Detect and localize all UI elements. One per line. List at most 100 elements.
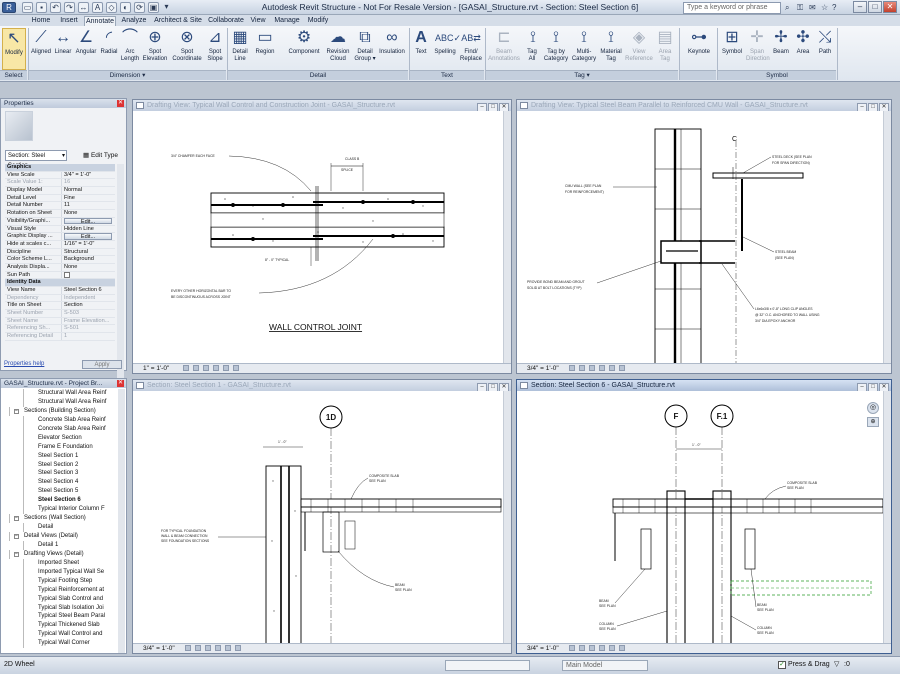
property-row[interactable]: Sun Path bbox=[5, 271, 115, 280]
filter-icon[interactable]: ▽ bbox=[834, 660, 839, 668]
beam-symbol-button[interactable]: ✢ Beam bbox=[770, 28, 792, 70]
minimize-view-button[interactable]: – bbox=[857, 383, 867, 391]
properties-help-link[interactable]: Properties help bbox=[4, 361, 44, 367]
search-icon[interactable]: ⌕ bbox=[785, 3, 789, 13]
property-value[interactable]: 11 bbox=[61, 202, 115, 210]
detail-level-icon[interactable] bbox=[184, 645, 191, 652]
press-drag-checkbox[interactable]: ✓ bbox=[778, 661, 786, 669]
view-scale[interactable]: 1" = 1'-0" bbox=[143, 365, 169, 372]
insulation-button[interactable]: ∞ Insulation bbox=[377, 28, 407, 70]
property-row[interactable]: Visual Style Hidden Line bbox=[5, 225, 115, 234]
close-view-button[interactable]: ✕ bbox=[499, 383, 509, 391]
collapse-icon[interactable]: − bbox=[14, 551, 19, 557]
browser-item[interactable]: Detail 1 bbox=[1, 540, 120, 550]
help-icon[interactable]: ? bbox=[832, 3, 836, 12]
browser-item[interactable]: Detail bbox=[1, 523, 120, 532]
linear-dimension-button[interactable]: ↔ Linear bbox=[53, 28, 73, 70]
spot-slope-button[interactable]: ⊿ Spot Slope bbox=[205, 28, 225, 70]
property-row[interactable]: Dependency Independent bbox=[5, 294, 115, 303]
browser-item[interactable]: Steel Section 1 bbox=[1, 451, 120, 461]
browser-item[interactable]: Steel Section 3 bbox=[1, 469, 120, 479]
property-row[interactable]: Scale Value 1: 16 bbox=[5, 179, 115, 188]
tab-annotate[interactable]: Annotate bbox=[84, 16, 116, 26]
detail-line-button[interactable]: ▦ Detail Line bbox=[229, 28, 251, 70]
subscription-icon[interactable]: ⚿ bbox=[797, 3, 803, 13]
crop-view-icon[interactable] bbox=[608, 645, 615, 652]
browser-item[interactable]: Typical Slab Control and bbox=[1, 594, 120, 604]
tab-architect-site[interactable]: Architect & Site bbox=[153, 16, 203, 26]
temporary-hide-icon[interactable] bbox=[234, 645, 241, 652]
design-option-field[interactable]: Main Model bbox=[562, 660, 648, 671]
properties-scrollbar[interactable] bbox=[117, 164, 124, 390]
browser-item[interactable]: Typical Interior Column F bbox=[1, 505, 120, 515]
browser-item[interactable]: Steel Section 4 bbox=[1, 478, 120, 488]
maximize-view-button[interactable]: □ bbox=[488, 383, 498, 391]
view-window-steel-section-6[interactable]: Section: Steel Section 6 - GASAI_Structu… bbox=[516, 379, 892, 654]
property-row[interactable]: Analysis Displa... None bbox=[5, 263, 115, 272]
browser-item[interactable]: Elevator Section bbox=[1, 433, 120, 443]
aligned-dimension-button[interactable]: ⟋ Aligned bbox=[30, 28, 52, 70]
property-row[interactable]: View Scale 3/4" = 1'-0" bbox=[5, 171, 115, 180]
browser-group[interactable]: − Detail Views (Detail) bbox=[1, 532, 120, 541]
browser-item[interactable]: Frame E Foundation bbox=[1, 442, 120, 452]
browser-item[interactable]: Typical Steel Beam Paral bbox=[1, 612, 120, 622]
view-reference-button[interactable]: ◈ View Reference bbox=[625, 28, 653, 70]
property-value[interactable] bbox=[61, 271, 115, 279]
arc-length-button[interactable]: ⌒ Arc Length bbox=[120, 28, 140, 70]
collapse-icon[interactable]: − bbox=[14, 408, 19, 414]
view-scale[interactable]: 3/4" = 1'-0" bbox=[143, 645, 175, 652]
detail-level-icon[interactable] bbox=[568, 365, 575, 372]
property-row[interactable]: Rotation on Sheet None bbox=[5, 210, 115, 218]
region-button[interactable]: ▭ Region bbox=[253, 28, 277, 70]
material-tag-button[interactable]: ⟟ Material Tag bbox=[598, 28, 624, 70]
property-row[interactable]: Hide at scales c... 1/16" = 1'-0" bbox=[5, 240, 115, 249]
view-scrollbar[interactable] bbox=[503, 391, 511, 644]
temporary-hide-icon[interactable] bbox=[618, 645, 625, 652]
browser-item[interactable]: Typical Thickened Slab bbox=[1, 621, 120, 631]
property-value[interactable]: Edit... bbox=[61, 217, 115, 225]
tab-analyze[interactable]: Analyze bbox=[120, 16, 148, 26]
close-icon[interactable]: ✕ bbox=[117, 380, 124, 387]
property-value[interactable]: 1/16" = 1'-0" bbox=[61, 240, 115, 248]
temporary-hide-icon[interactable] bbox=[618, 365, 625, 372]
edit-button[interactable]: Edit... bbox=[64, 217, 112, 225]
property-value[interactable]: S-503 bbox=[61, 310, 115, 317]
property-value[interactable]: Background bbox=[61, 256, 115, 263]
edit-type-button[interactable]: ▦ Edit Type bbox=[83, 151, 118, 159]
visual-style-icon[interactable] bbox=[578, 645, 585, 652]
view-scrollbar[interactable] bbox=[883, 391, 891, 644]
angular-dimension-button[interactable]: ∠ Angular bbox=[74, 28, 98, 70]
property-value[interactable]: Edit... bbox=[61, 233, 115, 240]
property-row[interactable]: Title on Sheet Section bbox=[5, 302, 115, 311]
browser-group[interactable]: − Sections (Wall Section) bbox=[1, 514, 120, 524]
revision-cloud-button[interactable]: ☁ Revision Cloud bbox=[323, 28, 353, 70]
property-value[interactable]: 3/4" = 1'-0" bbox=[61, 171, 115, 179]
span-direction-button[interactable]: ✛ Span Direction bbox=[746, 28, 770, 70]
crop-view-icon[interactable] bbox=[223, 365, 230, 372]
steering-wheel-icon[interactable]: ◎ bbox=[867, 402, 879, 414]
tab-modify[interactable]: Modify bbox=[305, 16, 331, 26]
browser-group[interactable]: − Drafting Views (Detail) bbox=[1, 549, 120, 559]
find-replace-button[interactable]: AB⇄ Find/ Replace bbox=[459, 28, 483, 70]
path-symbol-button[interactable]: ⤯ Path bbox=[815, 28, 835, 70]
crop-view-icon[interactable] bbox=[224, 645, 231, 652]
view-scrollbar[interactable] bbox=[503, 111, 511, 364]
minimize-view-button[interactable]: – bbox=[857, 103, 867, 111]
browser-item[interactable]: Imported Sheet bbox=[1, 558, 120, 568]
symbol-button[interactable]: ⊞ Symbol bbox=[719, 28, 745, 70]
detail-level-icon[interactable] bbox=[183, 365, 190, 372]
property-value[interactable]: Section bbox=[61, 302, 115, 310]
collapse-icon[interactable]: − bbox=[14, 516, 19, 522]
browser-item[interactable]: Typical Reinforcement at bbox=[1, 585, 120, 595]
multi-category-button[interactable]: ⟟ Multi- Category bbox=[571, 28, 597, 70]
dimension-panel-label[interactable]: Dimension ▾ bbox=[29, 70, 226, 80]
maximize-view-button[interactable]: □ bbox=[488, 103, 498, 111]
shadows-icon[interactable] bbox=[214, 645, 221, 652]
property-row[interactable]: Discipline Structural bbox=[5, 248, 115, 257]
component-button[interactable]: ⚙ Component bbox=[286, 28, 322, 70]
maximize-button[interactable]: □ bbox=[868, 1, 882, 13]
sun-path-checkbox[interactable] bbox=[64, 271, 70, 278]
crop-view-icon[interactable] bbox=[608, 365, 615, 372]
property-value[interactable]: Frame Elevation... bbox=[61, 317, 115, 325]
tag-by-category-button[interactable]: ⟟ Tag by Category bbox=[542, 28, 570, 70]
